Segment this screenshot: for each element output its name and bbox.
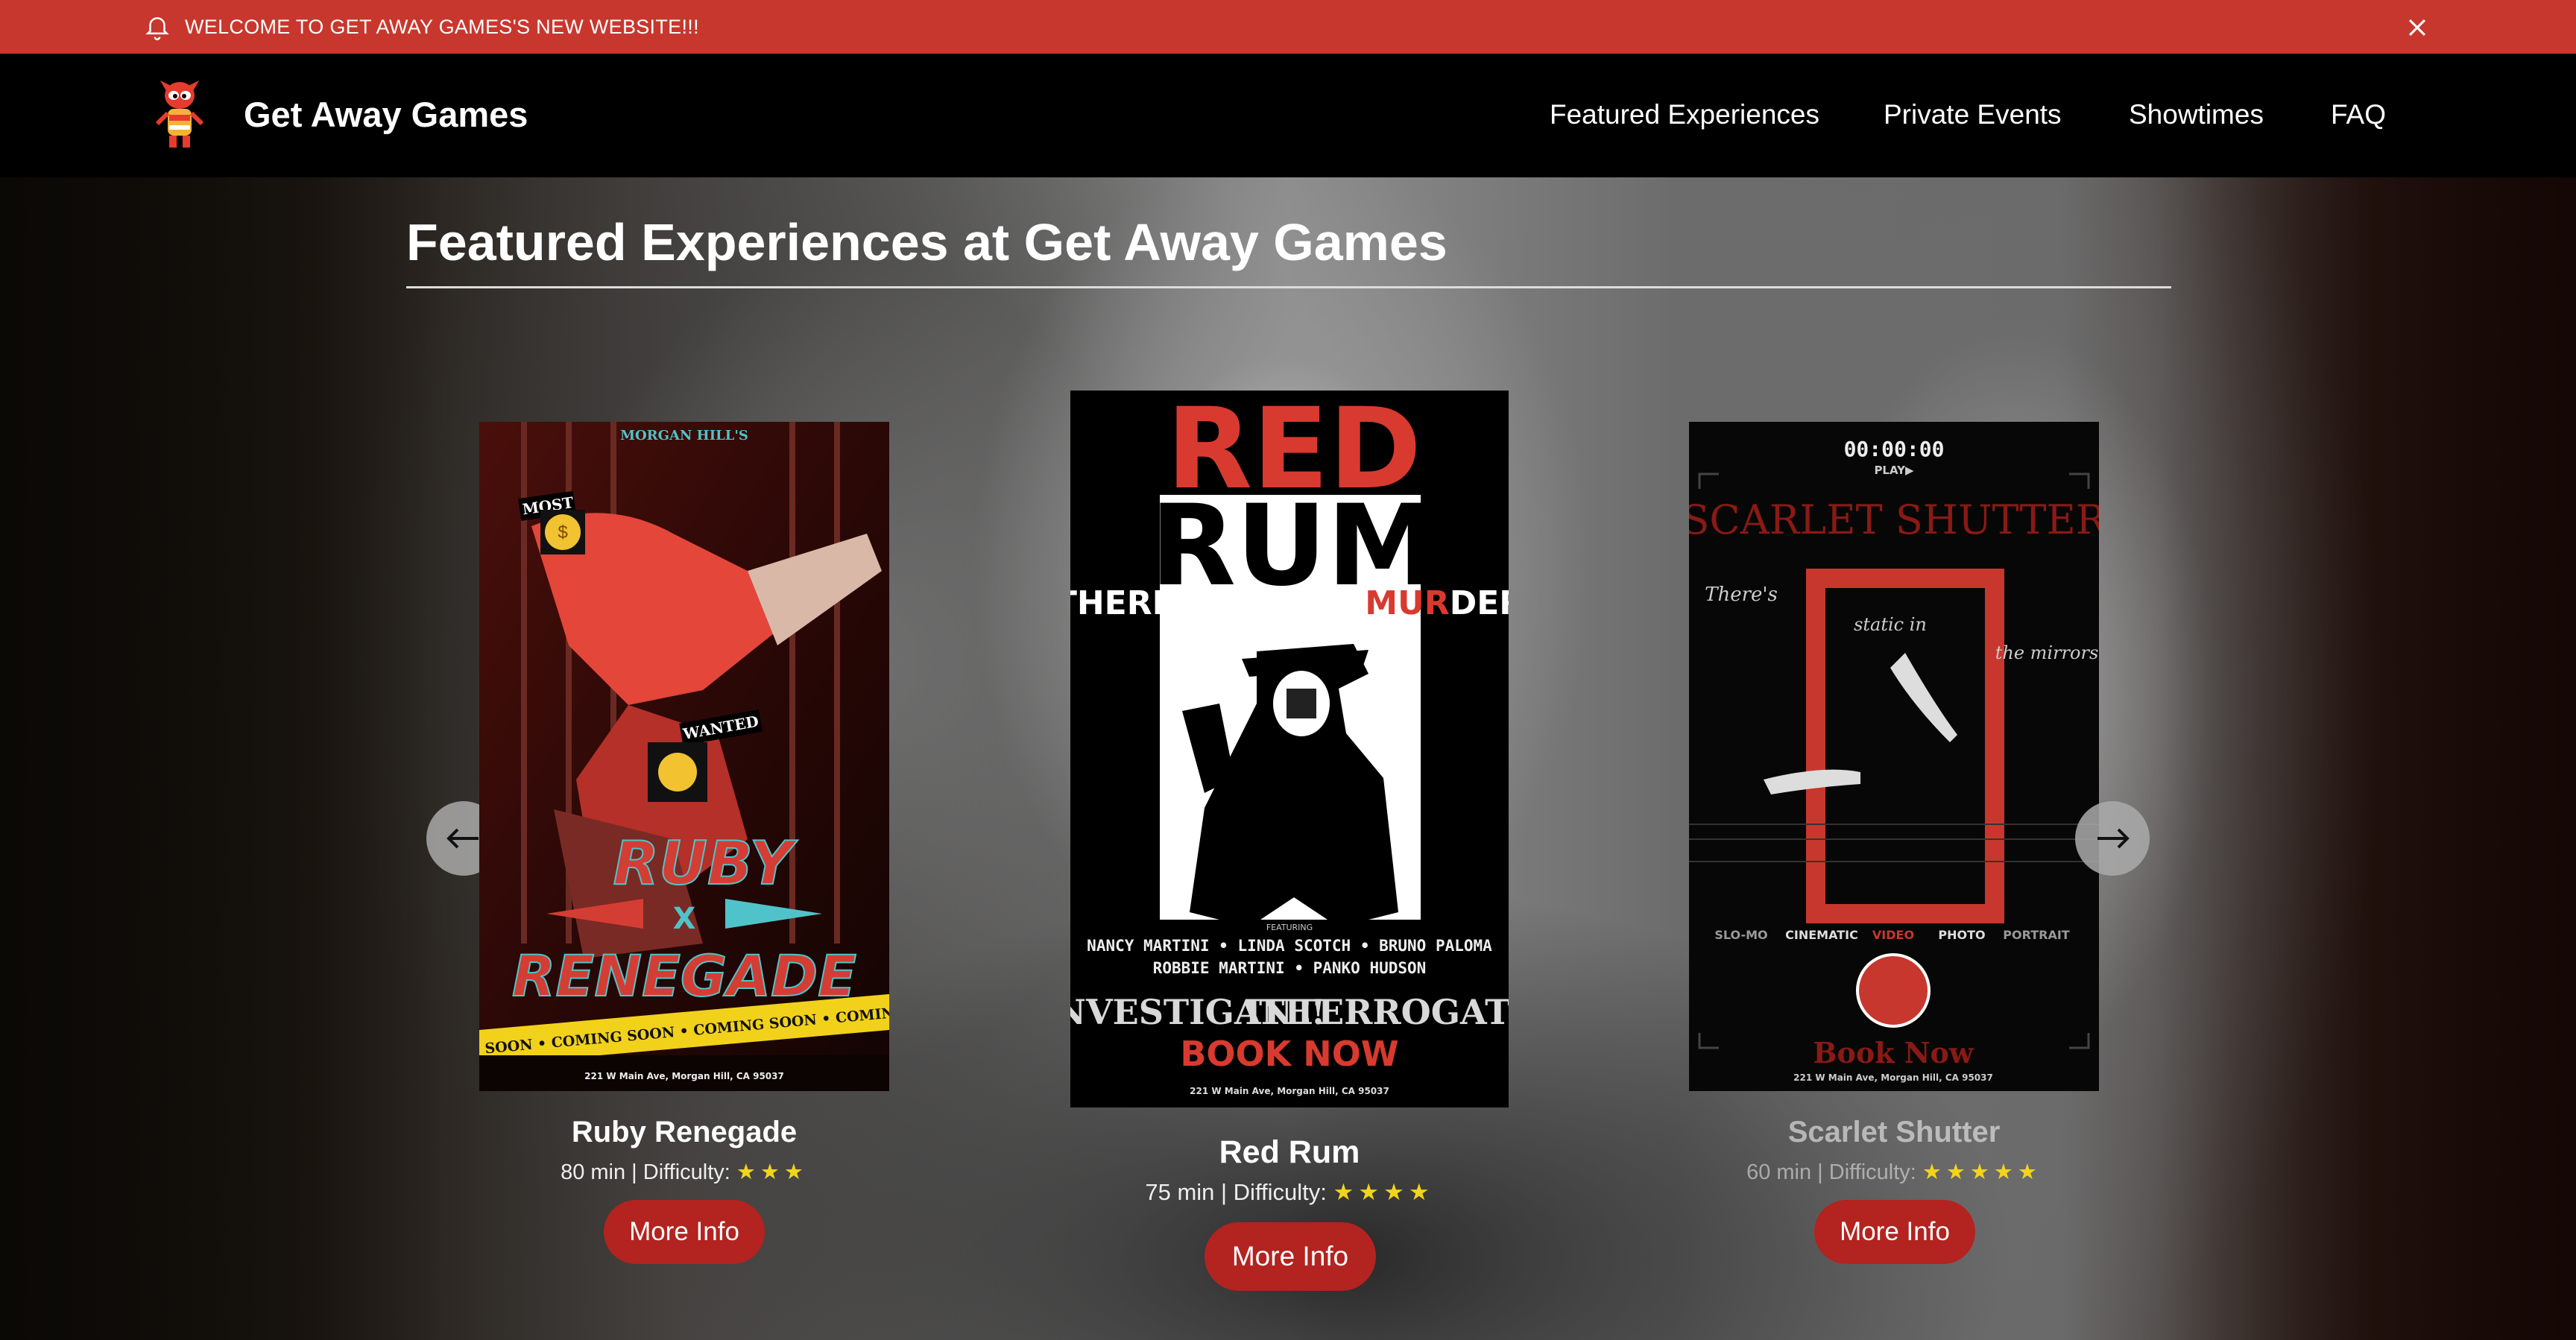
svg-text:PORTRAIT: PORTRAIT <box>2003 928 2070 942</box>
bell-icon <box>145 17 169 41</box>
svg-text:ROBBIE MARTINI • PANKO HUDSON: ROBBIE MARTINI • PANKO HUDSON <box>1153 959 1427 977</box>
svg-text:$: $ <box>558 522 567 543</box>
top-navigation: Get Away Games Featured Experiences Priv… <box>0 54 2576 177</box>
card-meta-scarlet-shutter: 60 min | Difficulty: ★★★★★ <box>1689 1159 2099 1185</box>
announcement-bar: WELCOME TO GET AWAY GAMES'S NEW WEBSITE!… <box>0 0 2576 54</box>
difficulty-stars: ★★★★ <box>1333 1179 1434 1205</box>
card-title-red-rum: Red Rum <box>1219 1134 1360 1170</box>
card-title-ruby-renegade: Ruby Renegade <box>571 1116 798 1148</box>
poster-ruby-top-text: MORGAN HILL'S <box>620 428 748 443</box>
card-meta-red-rum: 75 min | Difficulty: ★★★★ <box>1070 1179 1509 1206</box>
section-title: Featured Experiences at Get Away Games <box>406 213 1448 271</box>
svg-text:221 W Main Ave, Morgan Hill, C: 221 W Main Ave, Morgan Hill, CA 95037 <box>584 1071 784 1081</box>
poster-scarlet-shutter-art: 00:00:00 PLAY▶ SCARLET SHUTTER There's s… <box>1689 422 2099 1091</box>
poster-ruby-renegade[interactable]: MORGAN HILL'S MOST $ WANTED RUBY X RENEG… <box>479 422 889 1091</box>
difficulty-stars: ★★★ <box>736 1160 808 1184</box>
card-duration-difficulty: 80 min | Difficulty: <box>561 1160 730 1184</box>
more-info-button-red-rum[interactable]: More Info <box>1205 1222 1376 1291</box>
nav-link-showtimes[interactable]: Showtimes <box>2129 92 2264 137</box>
svg-text:FEATURING: FEATURING <box>1266 923 1313 932</box>
nav-link-faq[interactable]: FAQ <box>2331 92 2386 137</box>
announcement-text: WELCOME TO GET AWAY GAMES'S NEW WEBSITE!… <box>185 16 699 38</box>
svg-text:THERE'S BEEN A MURDER: THERE'S BEEN A MURDER <box>1070 584 1509 622</box>
svg-text:static in: static in <box>1854 614 1927 635</box>
svg-text:CINEMATIC: CINEMATIC <box>1785 928 1858 942</box>
svg-text:NANCY MARTINI • LINDA SCOTCH •: NANCY MARTINI • LINDA SCOTCH • BRUNO PAL… <box>1087 937 1492 955</box>
svg-text:RUBY: RUBY <box>613 829 798 898</box>
svg-text:the mirrors: the mirrors <box>1995 642 2099 663</box>
arrow-right-icon <box>2097 828 2130 849</box>
nav-links: Featured Experiences Private Events Show… <box>0 92 2576 137</box>
svg-text:X: X <box>673 902 696 936</box>
card-duration-difficulty: 60 min | Difficulty: <box>1746 1160 1916 1184</box>
section-divider <box>406 286 2171 288</box>
svg-text:221 W Main Ave, Morgan Hill, C: 221 W Main Ave, Morgan Hill, CA 95037 <box>1793 1072 1993 1083</box>
svg-text:SLO-MO: SLO-MO <box>1714 928 1767 942</box>
svg-text:221 W Main Ave, Morgan Hill, C: 221 W Main Ave, Morgan Hill, CA 95037 <box>1190 1086 1389 1096</box>
poster-red-rum-art: RED RUM THERE'S BEEN A MURDER FEATURING … <box>1070 391 1509 1107</box>
poster-ruby-renegade-art: MORGAN HILL'S MOST $ WANTED RUBY X RENEG… <box>479 422 889 1091</box>
svg-text:PHOTO: PHOTO <box>1938 928 1985 942</box>
more-info-button-scarlet-shutter[interactable]: More Info <box>1814 1200 1975 1264</box>
difficulty-stars: ★★★★★ <box>1922 1160 2042 1184</box>
card-meta-ruby-renegade: 80 min | Difficulty: ★★★ <box>479 1159 889 1185</box>
svg-text:PLAY▶: PLAY▶ <box>1874 464 1914 477</box>
card-title-scarlet-shutter: Scarlet Shutter <box>1787 1116 2001 1148</box>
close-icon[interactable] <box>2405 15 2430 40</box>
poster-red-rum[interactable]: RED RUM THERE'S BEEN A MURDER FEATURING … <box>1070 391 1509 1107</box>
arrow-left-icon <box>446 828 479 849</box>
more-info-button-ruby-renegade[interactable]: More Info <box>604 1200 765 1264</box>
svg-text:INTERROGATE!: INTERROGATE! <box>1245 992 1509 1032</box>
card-duration-difficulty: 75 min | Difficulty: <box>1145 1179 1327 1205</box>
poster-scarlet-shutter[interactable]: 00:00:00 PLAY▶ SCARLET SHUTTER There's s… <box>1689 422 2099 1091</box>
svg-text:VIDEO: VIDEO <box>1872 928 1914 942</box>
svg-text:00:00:00: 00:00:00 <box>1844 437 1945 461</box>
carousel-next-button[interactable] <box>2075 801 2150 876</box>
svg-text:RENEGADE: RENEGADE <box>512 943 856 1009</box>
svg-text:SCARLET SHUTTER: SCARLET SHUTTER <box>1689 496 2099 543</box>
nav-link-private-events[interactable]: Private Events <box>1884 92 2062 137</box>
nav-link-featured-experiences[interactable]: Featured Experiences <box>1550 92 1819 137</box>
svg-text:Book Now: Book Now <box>1813 1036 1974 1069</box>
svg-text:There's: There's <box>1705 584 1778 606</box>
svg-text:BOOK NOW: BOOK NOW <box>1180 1034 1398 1074</box>
